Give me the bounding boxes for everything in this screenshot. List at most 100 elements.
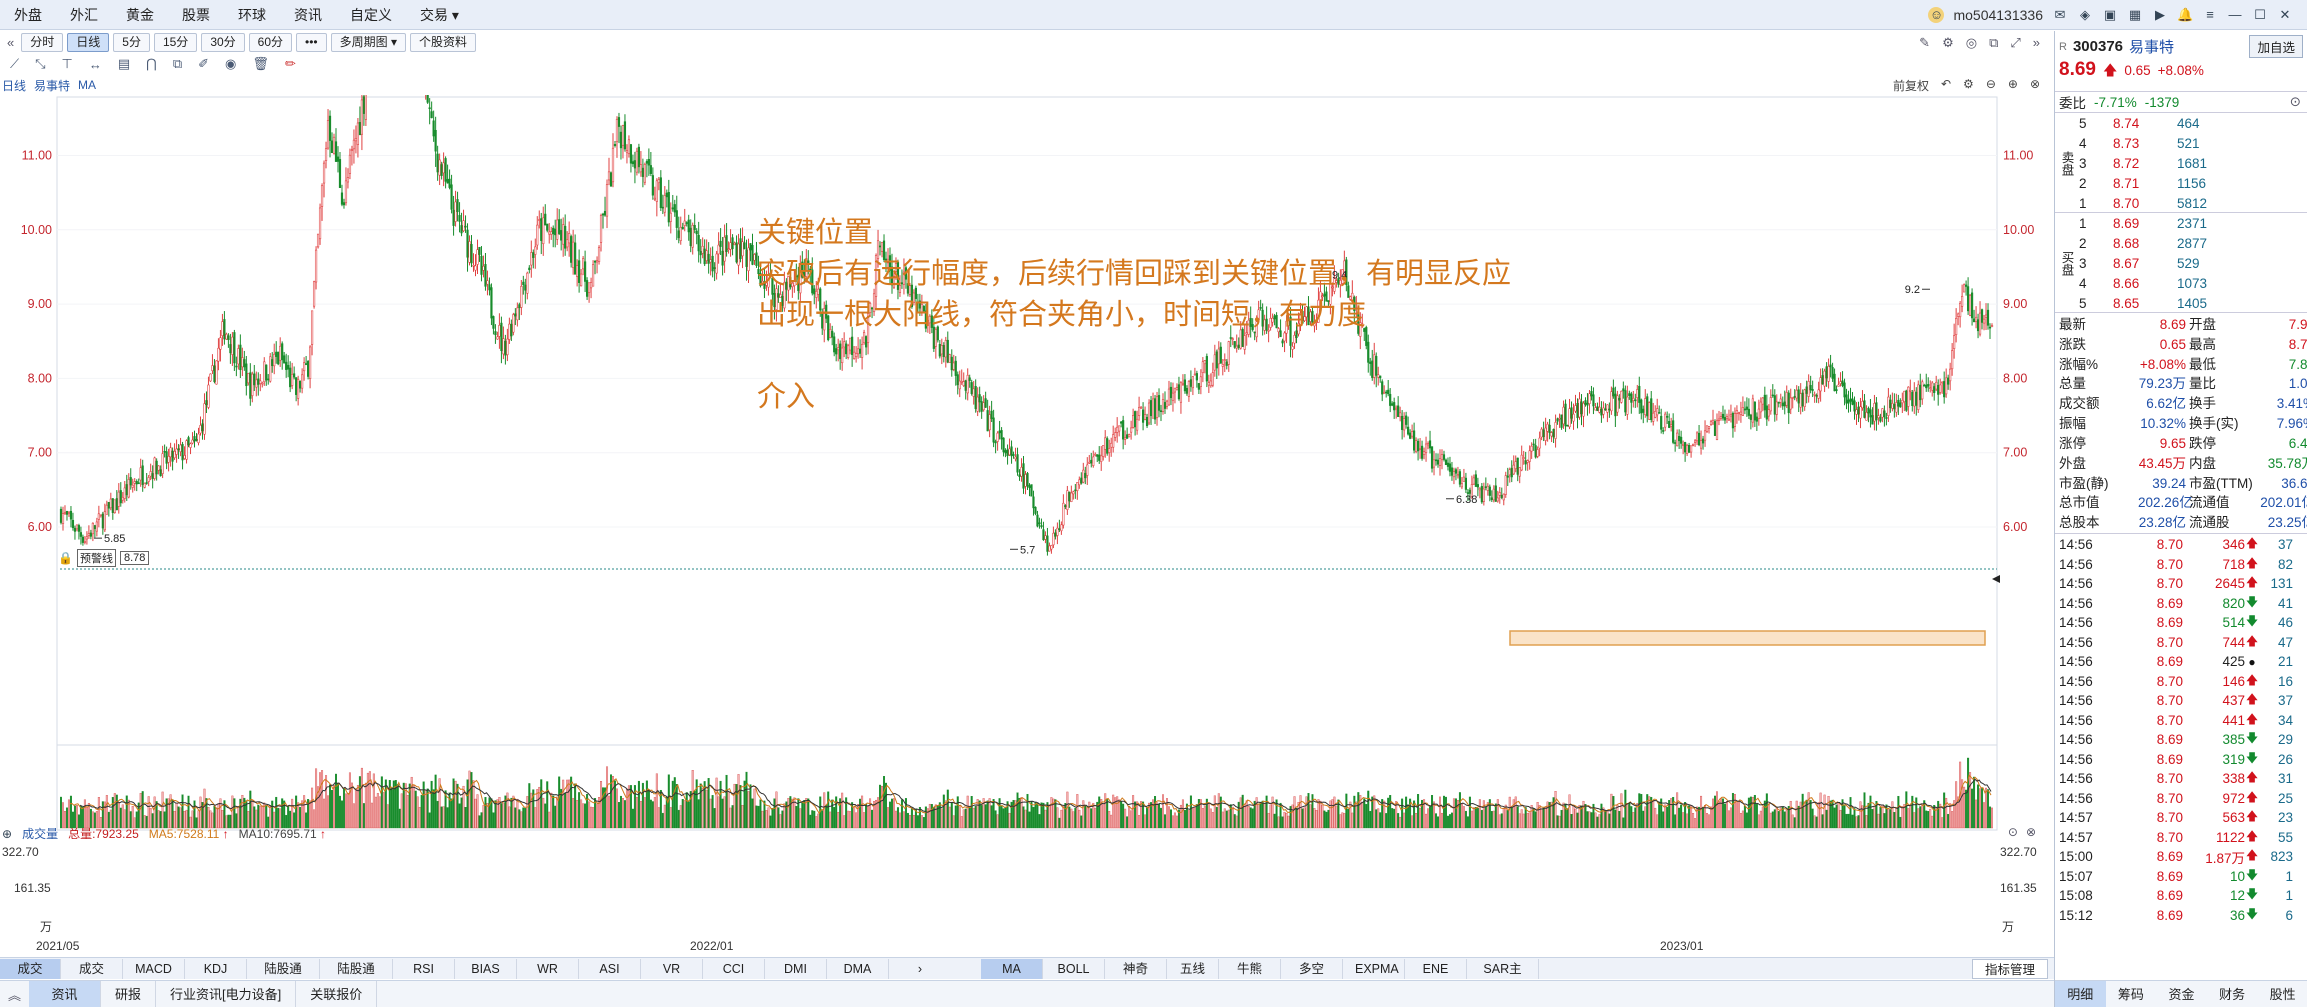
ask-row[interactable]: 4 8.73 521 bbox=[2079, 133, 2304, 153]
avatar-icon[interactable]: ☺ bbox=[1928, 6, 1945, 23]
ask-row[interactable]: 3 8.72 1681 bbox=[2079, 153, 2304, 173]
tick-row[interactable]: 14:56 8.69 820 🡇 41 bbox=[2059, 594, 2303, 614]
tab-chengjiaoe[interactable]: 成交额 bbox=[61, 958, 123, 996]
tick-row[interactable]: 14:56 8.70 441 🡅 34 bbox=[2059, 711, 2303, 731]
menu-waihui[interactable]: 外汇 bbox=[56, 5, 112, 25]
tab-dma[interactable]: DMA bbox=[827, 958, 889, 979]
tab-expma[interactable]: EXPMA bbox=[1343, 958, 1405, 979]
arrow-line-icon[interactable]: ↔ bbox=[89, 57, 102, 72]
period-60min[interactable]: 60分 bbox=[248, 33, 293, 52]
eye-icon[interactable]: ◉ bbox=[225, 56, 236, 72]
tick-row[interactable]: 14:56 8.69 385 🡇 29 bbox=[2059, 730, 2303, 750]
fuquan-select[interactable]: 前复权 bbox=[1893, 77, 1929, 94]
tab-shenqi[interactable]: 神奇九转 bbox=[1105, 958, 1167, 996]
tick-row[interactable]: 14:56 8.70 346 🡅 37 bbox=[2059, 535, 2303, 555]
tick-row[interactable]: 14:57 8.70 1122 🡅 55 bbox=[2059, 828, 2303, 848]
bid-row[interactable]: 2 8.68 2877 bbox=[2079, 233, 2304, 253]
tab-macd[interactable]: MACD bbox=[123, 958, 185, 979]
period-5min[interactable]: 5分 bbox=[113, 33, 150, 52]
shirt-icon[interactable]: ▣ bbox=[2102, 7, 2118, 23]
undo-icon[interactable]: ↶ bbox=[1941, 77, 1951, 94]
menu-waipan[interactable]: 外盘 bbox=[0, 5, 56, 25]
volume-toggle-icon[interactable]: ⊕ bbox=[2, 827, 12, 841]
menu-jiaoyi[interactable]: 交易 ▾ bbox=[406, 5, 473, 25]
tick-row[interactable]: 15:08 8.69 12 🡇 1 bbox=[2059, 886, 2303, 906]
period-more-button[interactable]: ••• bbox=[296, 33, 327, 52]
message-icon[interactable]: ✉ bbox=[2052, 7, 2068, 23]
trash-icon[interactable]: 🗑 bbox=[252, 56, 269, 72]
tick-row[interactable]: 14:56 8.70 2645 🡅 131 bbox=[2059, 574, 2303, 594]
multi-period-button[interactable]: 多周期图 ▾ bbox=[330, 33, 407, 52]
tick-row[interactable]: 14:56 8.70 146 🡅 16 bbox=[2059, 672, 2303, 692]
period-30min[interactable]: 30分 bbox=[201, 33, 245, 52]
tab-wr[interactable]: WR bbox=[517, 958, 579, 979]
video-icon[interactable]: ▶ bbox=[2152, 7, 2168, 23]
tick-row[interactable]: 15:12 8.69 36 🡇 6 bbox=[2059, 906, 2303, 926]
bid-row[interactable]: 4 8.66 1073 bbox=[2079, 273, 2304, 293]
volume-title[interactable]: 成交量 bbox=[22, 825, 58, 842]
tab-vr[interactable]: VR bbox=[641, 958, 703, 979]
status-tab-yanbao[interactable]: 研报 bbox=[101, 980, 157, 1007]
tab-sar[interactable]: SAR主图 bbox=[1467, 958, 1539, 996]
rtab-caiwu[interactable]: 财务 bbox=[2207, 981, 2258, 1007]
ask-row[interactable]: 5 8.74 464 bbox=[2079, 113, 2304, 133]
tick-row[interactable]: 14:56 8.70 718 🡅 82 bbox=[2059, 555, 2303, 575]
settings-icon[interactable]: ⚙ bbox=[1942, 35, 1954, 51]
close-small-icon[interactable]: ⊗ bbox=[2030, 77, 2040, 94]
bell-icon[interactable]: 🔔 bbox=[2177, 7, 2193, 23]
close-icon[interactable]: ✕ bbox=[2277, 7, 2293, 23]
ray-tool-icon[interactable]: ⤡ bbox=[35, 56, 45, 72]
menu-zixun[interactable]: 资讯 bbox=[280, 5, 336, 25]
magnet-icon[interactable]: ⋂ bbox=[146, 56, 157, 72]
collapse-up-icon[interactable]: ︽ bbox=[0, 985, 29, 1004]
tab-rsi[interactable]: RSI bbox=[393, 958, 455, 979]
duplicate-icon[interactable]: ⧉ bbox=[173, 56, 182, 72]
chart-area[interactable]: 14.0013.0012.0011.0010.009.008.007.006.0… bbox=[0, 95, 2054, 953]
ask-row[interactable]: 2 8.71 1156 bbox=[2079, 173, 2304, 193]
horizontal-line-icon[interactable]: ⊤ bbox=[62, 56, 73, 72]
bid-row[interactable]: 1 8.69 2371 bbox=[2079, 213, 2304, 233]
expand-icon[interactable]: ⤢ bbox=[2010, 35, 2020, 51]
copy-icon[interactable]: ⧉ bbox=[1989, 35, 1998, 51]
add-watchlist-button[interactable]: 加自选 bbox=[2249, 35, 2303, 58]
more-tabs-icon[interactable]: › bbox=[889, 959, 951, 979]
bid-row[interactable]: 3 8.67 529 bbox=[2079, 253, 2304, 273]
tick-row[interactable]: 14:56 8.70 437 🡅 37 bbox=[2059, 691, 2303, 711]
username[interactable]: mo504131336 bbox=[1953, 7, 2043, 23]
key-position-box[interactable] bbox=[1509, 630, 1986, 646]
tab-niuxiong[interactable]: 牛熊线 bbox=[1219, 958, 1281, 996]
tab-boll[interactable]: BOLL bbox=[1043, 958, 1105, 979]
tick-row[interactable]: 14:57 8.70 563 🡅 23 bbox=[2059, 808, 2303, 828]
period-rixian[interactable]: 日线 bbox=[67, 33, 110, 52]
status-tab-guanlian[interactable]: 关联报价 bbox=[296, 980, 378, 1007]
calendar-icon[interactable]: ▦ bbox=[2127, 7, 2143, 23]
bid-row[interactable]: 5 8.65 1405 bbox=[2079, 293, 2304, 313]
tick-row[interactable]: 14:56 8.70 338 🡅 31 bbox=[2059, 769, 2303, 789]
tab-duokong[interactable]: 多空线 bbox=[1281, 958, 1343, 996]
status-tab-zixun[interactable]: 资讯 bbox=[29, 980, 102, 1007]
pin-icon[interactable]: ✎ bbox=[1919, 35, 1930, 51]
indicator-manage-button[interactable]: 指标管理 bbox=[1971, 958, 2048, 979]
status-tab-hangye[interactable]: 行业资讯[电力设备] bbox=[156, 980, 297, 1007]
tab-cci[interactable]: CCI bbox=[703, 958, 765, 979]
ask-row[interactable]: 1 8.70 5812 bbox=[2079, 193, 2304, 213]
tick-row[interactable]: 14:56 8.70 744 🡅 47 bbox=[2059, 633, 2303, 653]
maximize-icon[interactable]: ☐ bbox=[2252, 7, 2268, 23]
grid-tool-icon[interactable]: ▤ bbox=[118, 56, 130, 72]
tick-row[interactable]: 14:56 8.69 514 🡇 46 bbox=[2059, 613, 2303, 633]
collapse-right-icon[interactable]: » bbox=[2033, 35, 2040, 51]
rtab-chouma[interactable]: 筹码 bbox=[2106, 981, 2157, 1007]
plus-icon[interactable]: ⊕ bbox=[2008, 77, 2018, 94]
brush-icon[interactable]: ✐ bbox=[198, 56, 209, 72]
tab-bias[interactable]: BIAS bbox=[455, 958, 517, 979]
menu-icon[interactable]: ≡ bbox=[2202, 7, 2218, 23]
tick-row[interactable]: 14:56 8.69 425 ● 21 bbox=[2059, 652, 2303, 672]
tab-ma[interactable]: MA bbox=[981, 958, 1043, 979]
menu-gupiao[interactable]: 股票 bbox=[168, 5, 224, 25]
volume-settings-icon[interactable]: ⊙ bbox=[2008, 825, 2018, 839]
info-indicator[interactable]: MA bbox=[78, 78, 96, 92]
menu-zidingyi[interactable]: 自定义 bbox=[336, 5, 406, 25]
settings-small-icon[interactable]: ⚙ bbox=[1963, 77, 1974, 94]
layers-icon[interactable]: ◈ bbox=[2077, 7, 2093, 23]
tab-wuxianpu[interactable]: 五线谱 bbox=[1167, 958, 1219, 996]
